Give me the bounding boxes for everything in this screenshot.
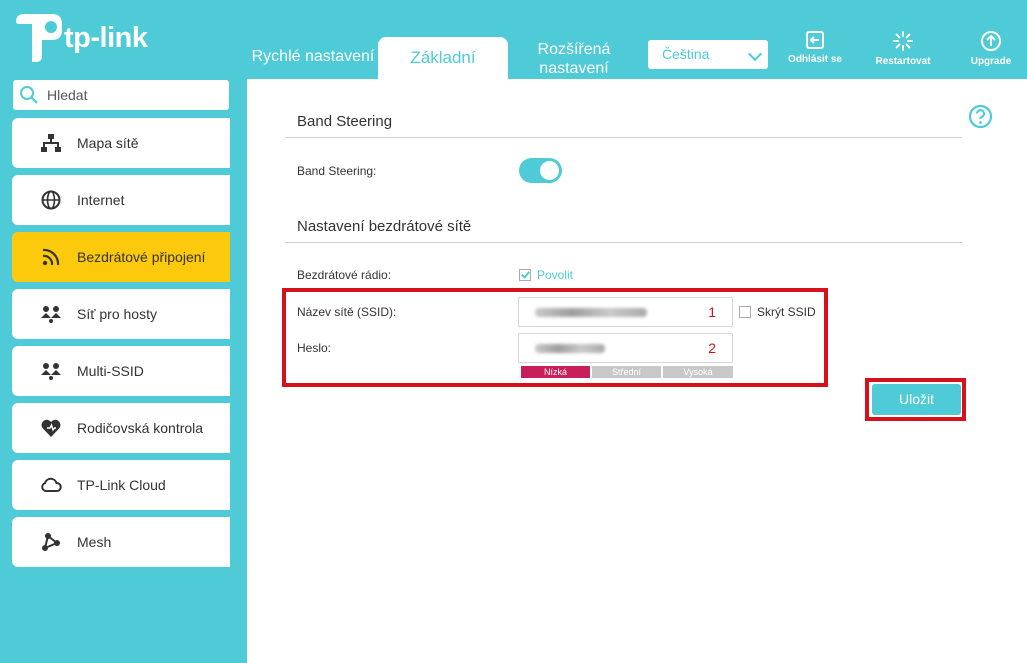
- parental-heart-icon: [41, 419, 61, 437]
- tab-advanced[interactable]: Rozšířená nastavení: [524, 40, 624, 78]
- brand-name: tp-link: [64, 22, 148, 54]
- sidebar-item-multi-ssid[interactable]: Multi-SSID: [12, 346, 230, 396]
- save-button[interactable]: Uložit: [872, 384, 961, 415]
- language-select[interactable]: Čeština: [648, 40, 768, 69]
- section-title-wireless: Nastavení bezdrátové sítě: [297, 218, 472, 235]
- network-map-icon: [41, 134, 61, 152]
- band-steering-label: Band Steering:: [297, 164, 377, 178]
- checkbox-checked-icon: [519, 269, 531, 281]
- toggle-knob: [540, 161, 559, 180]
- sidebar-item-internet[interactable]: Internet: [12, 175, 230, 225]
- upgrade-label: Upgrade: [970, 56, 1012, 67]
- sidebar-item-guest-network[interactable]: Síť pro hosty: [12, 289, 230, 339]
- band-steering-toggle[interactable]: [519, 158, 562, 183]
- chevron-down-icon: [747, 46, 763, 62]
- upgrade-button[interactable]: Upgrade: [956, 30, 1026, 67]
- sidebar-item-label: Internet: [77, 192, 125, 208]
- sidebar-item-label: TP-Link Cloud: [77, 477, 166, 493]
- upgrade-arrow-icon: [981, 31, 1001, 51]
- section-title-band-steering: Band Steering: [297, 113, 393, 130]
- help-question-icon: [968, 104, 993, 129]
- tab-quick-setup[interactable]: Rychlé nastavení: [248, 48, 378, 66]
- highlight-box-credentials: [282, 288, 828, 387]
- globe-icon: [41, 190, 61, 210]
- guest-network-icon: [41, 306, 61, 323]
- search-placeholder: Hledat: [47, 87, 88, 103]
- help-button[interactable]: [968, 104, 993, 134]
- cloud-icon: [41, 477, 62, 492]
- search-icon: [20, 86, 38, 104]
- tab-basic[interactable]: Základní: [378, 37, 508, 79]
- logout-label: Odhlásit se: [788, 54, 842, 65]
- sidebar-item-wireless[interactable]: Bezdrátové připojení: [12, 232, 230, 282]
- wireless-radio-enable-checkbox[interactable]: Povolit: [519, 268, 573, 282]
- sidebar-item-label: Mapa sítě: [77, 135, 139, 151]
- restart-button[interactable]: Restartovat: [868, 30, 938, 67]
- sidebar-item-network-map[interactable]: Mapa sítě: [12, 118, 230, 168]
- multi-ssid-icon: [41, 363, 61, 380]
- section-divider: [285, 242, 962, 243]
- wireless-icon: [42, 248, 60, 266]
- restart-label: Restartovat: [875, 56, 931, 67]
- tp-link-logo-icon: [16, 14, 62, 62]
- sidebar-item-label: Rodičovská kontrola: [77, 420, 204, 436]
- tab-advanced-line1: Rozšířená: [537, 41, 611, 58]
- sidebar-item-mesh[interactable]: Mesh: [12, 517, 230, 567]
- sidebar-item-parental-control[interactable]: Rodičovská kontrola: [12, 403, 230, 453]
- sidebar-item-tplink-cloud[interactable]: TP-Link Cloud: [12, 460, 230, 510]
- wireless-radio-label: Bezdrátové rádio:: [297, 268, 392, 282]
- section-divider: [285, 137, 962, 138]
- logout-icon: [806, 31, 824, 49]
- logout-button[interactable]: Odhlásit se: [780, 30, 850, 65]
- sidebar-item-label: Multi-SSID: [77, 363, 144, 379]
- search-input[interactable]: Hledat: [13, 80, 229, 110]
- sidebar-item-label: Síť pro hosty: [77, 306, 157, 322]
- language-value: Čeština: [662, 46, 710, 62]
- tab-advanced-line2: nastavení: [539, 60, 609, 77]
- mesh-icon: [42, 533, 60, 551]
- sidebar-item-label: Mesh: [77, 534, 112, 550]
- wireless-radio-enable-label: Povolit: [537, 268, 574, 282]
- restart-spinner-icon: [893, 31, 913, 51]
- sidebar-item-label: Bezdrátové připojení: [77, 249, 206, 265]
